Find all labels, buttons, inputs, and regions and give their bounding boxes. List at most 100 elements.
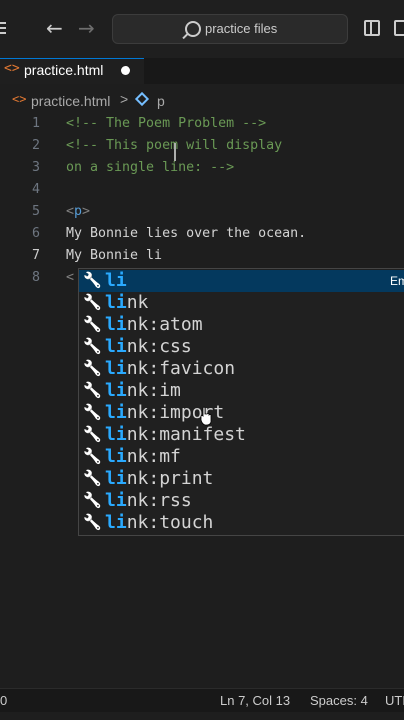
line-number: 8 bbox=[31, 270, 40, 285]
suggestion-label: link:css bbox=[105, 336, 192, 357]
line-number: 4 bbox=[31, 182, 40, 197]
suggestion-label: link:im bbox=[105, 380, 181, 401]
breadcrumb-symbol[interactable]: p bbox=[157, 93, 165, 109]
search-label: practice files bbox=[205, 21, 278, 36]
suggestion-label: li bbox=[105, 270, 127, 291]
tab-label: practice.html bbox=[24, 62, 104, 78]
suggestion-label: link:touch bbox=[105, 512, 213, 533]
line-number: 3 bbox=[31, 160, 40, 175]
suggestion-hint: Em bbox=[390, 274, 404, 288]
code-line-6: My Bonnie lies over the ocean. bbox=[66, 226, 307, 241]
suggestion-rest: nk:im bbox=[126, 380, 181, 401]
line-number: 6 bbox=[31, 226, 40, 241]
suggestion-item[interactable]: 🔧 link:im bbox=[79, 380, 404, 402]
suggestion-label: link:rss bbox=[105, 490, 192, 511]
search-icon bbox=[185, 21, 201, 37]
tag-bracket: < bbox=[66, 204, 75, 219]
menu-icon[interactable] bbox=[0, 22, 6, 36]
code-line-3: on a single line: --> bbox=[66, 160, 235, 175]
suggestion-item[interactable]: 🔧 link:manifest bbox=[79, 424, 404, 446]
status-problems[interactable]: 0 bbox=[0, 693, 7, 708]
suggestion-item[interactable]: 🔧 link:favicon bbox=[79, 358, 404, 380]
suggestion-rest: nk:print bbox=[126, 468, 214, 489]
suggestion-label: link:print bbox=[105, 468, 213, 489]
arrow-left-icon[interactable]: ← bbox=[46, 16, 63, 40]
suggestion-item[interactable]: 🔧 link:print bbox=[79, 468, 404, 490]
suggestion-rest: nk:favicon bbox=[126, 358, 236, 379]
code-line-5: <p> bbox=[66, 204, 90, 219]
code-line-1: <!-- The Poem Problem --> bbox=[66, 116, 267, 131]
suggestion-item[interactable]: 🔧 li Em bbox=[79, 270, 404, 292]
suggestion-item[interactable]: 🔧 link:mf bbox=[79, 446, 404, 468]
suggestion-match: li bbox=[105, 358, 127, 379]
suggestion-rest: nk bbox=[126, 292, 149, 313]
wrench-icon: 🔧 bbox=[83, 315, 102, 333]
wrench-icon: 🔧 bbox=[83, 513, 102, 531]
code-line-8: < bbox=[66, 270, 75, 285]
breadcrumb-file[interactable]: practice.html bbox=[31, 93, 110, 109]
suggestion-item[interactable]: 🔧 link:atom bbox=[79, 314, 404, 336]
breadcrumb: <> practice.html > p bbox=[0, 90, 404, 112]
status-encoding[interactable]: UTF bbox=[385, 693, 404, 708]
suggestion-rest: nk:css bbox=[126, 336, 192, 357]
text-cursor bbox=[174, 143, 176, 161]
suggestion-rest: nk:atom bbox=[126, 314, 203, 335]
suggest-widget: 🔧 li Em 🔧 link 🔧 link:atom 🔧 link:css 🔧 link:favic… bbox=[78, 268, 404, 536]
arrow-right-icon[interactable]: → bbox=[78, 16, 95, 40]
suggestion-rest: nk:rss bbox=[126, 490, 192, 511]
bottom-strip bbox=[0, 712, 404, 720]
status-bar: 0 Ln 7, Col 13 Spaces: 4 UTF bbox=[0, 688, 404, 713]
wrench-icon: 🔧 bbox=[83, 425, 102, 443]
suggestion-label: link:mf bbox=[105, 446, 181, 467]
suggestion-item[interactable]: 🔧 link:import bbox=[79, 402, 404, 424]
suggestion-match: li bbox=[105, 336, 127, 357]
status-cursor-position[interactable]: Ln 7, Col 13 bbox=[220, 693, 290, 708]
wrench-icon: 🔧 bbox=[83, 271, 102, 289]
mouse-pointer-icon bbox=[200, 406, 212, 426]
suggestion-match: li bbox=[105, 490, 127, 511]
line-number: 2 bbox=[31, 138, 40, 153]
breadcrumb-separator: > bbox=[120, 91, 129, 107]
tab-bar: <> practice.html bbox=[0, 58, 404, 84]
suggestion-label: link:atom bbox=[105, 314, 203, 335]
suggestion-item[interactable]: 🔧 link:rss bbox=[79, 490, 404, 512]
suggestion-match: li bbox=[105, 402, 127, 423]
suggestion-rest: nk:manifest bbox=[126, 424, 246, 445]
suggestion-match: li bbox=[105, 512, 127, 533]
suggestion-match: li bbox=[105, 424, 127, 445]
status-indentation[interactable]: Spaces: 4 bbox=[310, 693, 368, 708]
wrench-icon: 🔧 bbox=[83, 447, 102, 465]
toggle-sidebar-icon[interactable] bbox=[364, 20, 380, 36]
unsaved-dot-icon[interactable] bbox=[121, 66, 130, 75]
line-number-active: 7 bbox=[31, 248, 40, 263]
suggestion-item[interactable]: 🔧 link:css bbox=[79, 336, 404, 358]
suggestion-label: link:manifest bbox=[105, 424, 246, 445]
wrench-icon: 🔧 bbox=[83, 403, 102, 421]
tag-bracket: > bbox=[82, 204, 91, 219]
suggestion-item[interactable]: 🔧 link bbox=[79, 292, 404, 314]
symbol-element-icon bbox=[134, 91, 150, 107]
suggestion-item[interactable]: 🔧 link:touch bbox=[79, 512, 404, 534]
suggestion-match: li bbox=[105, 314, 127, 335]
html-file-icon: <> bbox=[12, 92, 27, 106]
wrench-icon: 🔧 bbox=[83, 359, 102, 377]
html-file-icon: <> bbox=[4, 61, 20, 76]
wrench-icon: 🔧 bbox=[83, 337, 102, 355]
title-bar: ← → practice files bbox=[0, 0, 404, 58]
wrench-icon: 🔧 bbox=[83, 381, 102, 399]
suggestion-match: li bbox=[105, 270, 127, 291]
suggestion-rest: nk:mf bbox=[126, 446, 181, 467]
suggestion-match: li bbox=[105, 468, 127, 489]
command-center-search[interactable]: practice files bbox=[112, 14, 348, 44]
suggestion-match: li bbox=[105, 446, 127, 467]
wrench-icon: 🔧 bbox=[83, 469, 102, 487]
code-line-7: My Bonnie li bbox=[66, 248, 163, 263]
wrench-icon: 🔧 bbox=[83, 293, 102, 311]
line-number: 1 bbox=[31, 116, 40, 131]
suggestion-match: li bbox=[105, 292, 127, 313]
suggestion-match: li bbox=[105, 380, 127, 401]
suggestion-label: link bbox=[105, 292, 148, 313]
toggle-panel-icon[interactable] bbox=[394, 20, 404, 36]
tab-practice-html[interactable]: <> practice.html bbox=[0, 58, 144, 84]
line-number: 5 bbox=[31, 204, 40, 219]
